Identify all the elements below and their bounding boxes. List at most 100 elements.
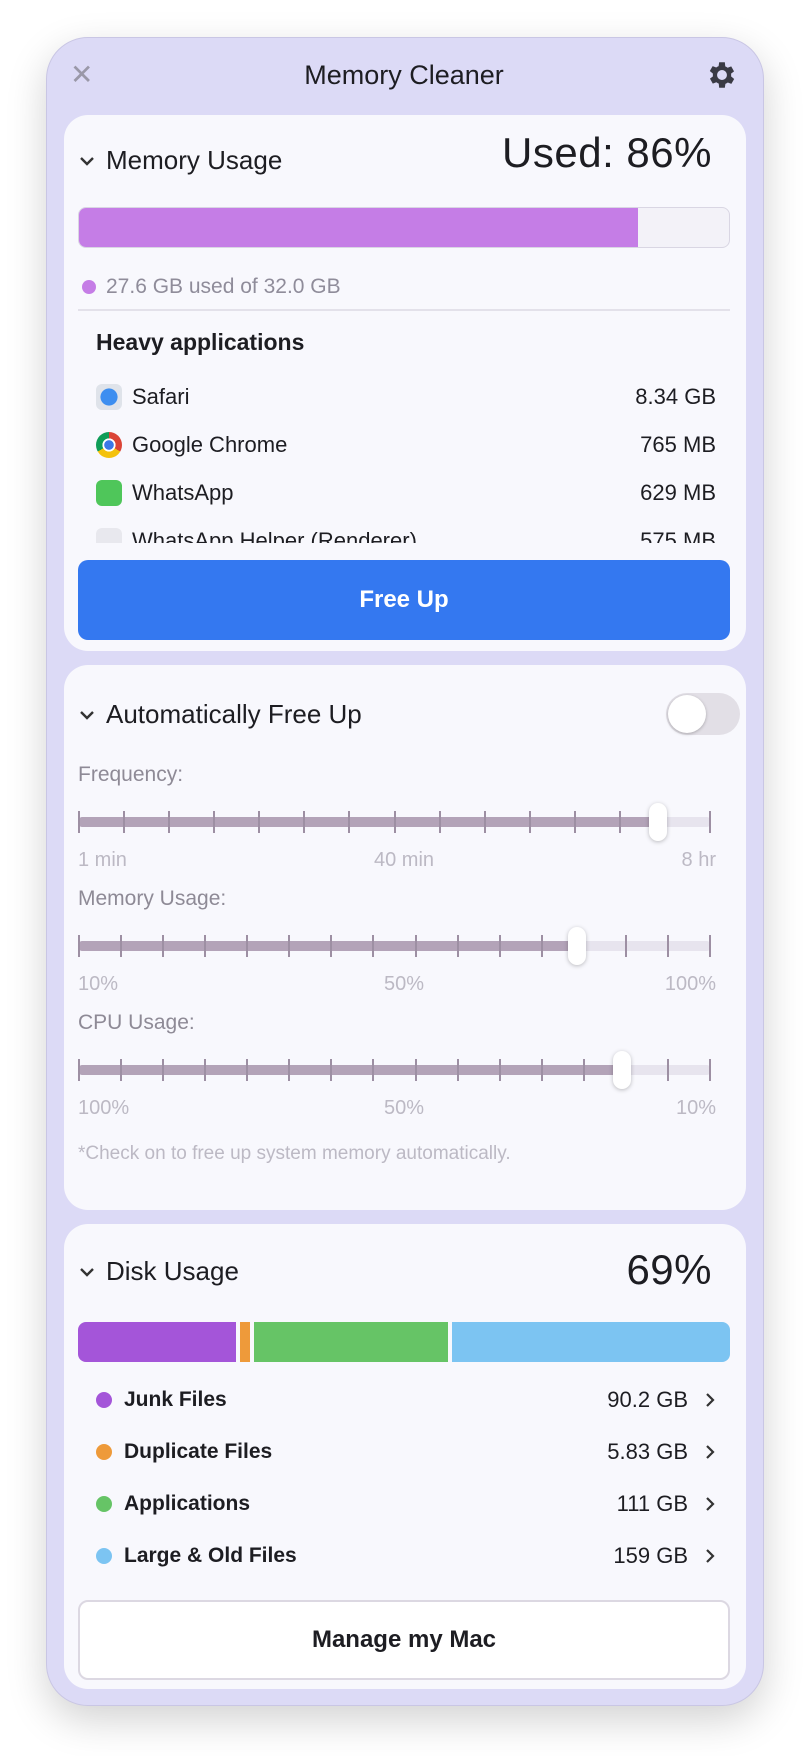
slider-tick [414, 1059, 417, 1081]
disk-item-name: Large & Old Files [124, 1544, 297, 1567]
app-name: WhatsApp Helper (Renderer) [132, 528, 417, 543]
slider-label: CPU Usage: [78, 1011, 195, 1034]
auto-free-up-header[interactable]: Automatically Free Up [78, 699, 362, 730]
chevron-down-icon[interactable] [78, 1263, 96, 1281]
slider-tick [258, 811, 261, 833]
legend-dot [96, 1392, 112, 1408]
disk-segment [253, 1322, 448, 1362]
slider-tick [168, 811, 171, 833]
slider-tick [330, 935, 333, 957]
slider-thumb[interactable] [612, 1051, 631, 1089]
disk-item-name: Junk Files [124, 1388, 227, 1411]
slider-fill [79, 941, 578, 951]
slider-0[interactable] [78, 803, 711, 841]
slider-thumb[interactable] [648, 803, 667, 841]
slider-tick [498, 1059, 501, 1081]
disk-item-row[interactable]: Applications 111 GB [96, 1487, 716, 1521]
slider-tick [246, 935, 249, 957]
slider-tick [483, 811, 486, 833]
disk-item-name: Duplicate Files [124, 1440, 273, 1463]
app-row: WhatsApp 629 MB [96, 476, 716, 510]
slider-tick [120, 1059, 123, 1081]
chevron-right-icon[interactable] [704, 1391, 716, 1409]
app-row: Google Chrome 765 MB [96, 428, 716, 462]
slider-tick [372, 935, 375, 957]
app-row: WhatsApp Helper (Renderer) 575 MB [96, 524, 716, 543]
slider-max-label: 10% [675, 1097, 716, 1119]
slider-tick [582, 1059, 585, 1081]
slider-tick [330, 1059, 333, 1081]
memory-legend: 27.6 GB used of 32.0 GB [82, 275, 341, 299]
disk-item-row[interactable]: Large & Old Files 159 GB [96, 1539, 716, 1573]
slider-tick [540, 935, 543, 957]
slider-tick [78, 1059, 80, 1081]
slider-tick [414, 935, 417, 957]
free-up-button[interactable]: Free Up [78, 560, 730, 640]
section-title: Memory Usage [106, 145, 283, 175]
legend-dot [96, 1444, 112, 1460]
legend-dot [82, 280, 96, 294]
chevron-right-icon[interactable] [704, 1443, 716, 1461]
gear-icon[interactable] [705, 58, 739, 92]
section-title: Automatically Free Up [106, 699, 362, 729]
slider-tick [666, 1059, 669, 1081]
disk-segment [239, 1322, 250, 1362]
memory-usage-bar [78, 207, 730, 248]
slider-tick [303, 811, 306, 833]
chevron-down-icon[interactable] [78, 706, 96, 724]
heavy-applications-title: Heavy applications [96, 329, 305, 355]
slider-tick [709, 811, 711, 833]
legend-dot [96, 1548, 112, 1564]
chevron-right-icon[interactable] [704, 1495, 716, 1513]
slider-tick [288, 935, 291, 957]
disk-item-size: 111 GB [616, 1491, 688, 1516]
slider-tick [709, 935, 711, 957]
slider-min-label: 1 min [78, 849, 127, 871]
safari-icon [96, 384, 122, 410]
disk-usage-header[interactable]: Disk Usage [78, 1256, 239, 1287]
slider-2[interactable] [78, 1051, 711, 1089]
heavy-applications-list[interactable]: Safari 8.34 GB Google Chrome 765 MB WhatsApp… [64, 380, 746, 543]
automatically-free-up-card: Automatically Free Up Frequency: 1 min 4… [64, 665, 746, 1210]
slider-max-label: 8 hr [681, 849, 716, 871]
slider-tick [438, 811, 441, 833]
disk-item-size: 90.2 GB [607, 1387, 688, 1412]
slider-tick [540, 1059, 543, 1081]
slider-tick [162, 935, 165, 957]
app-name: Google Chrome [132, 432, 288, 457]
slider-1[interactable] [78, 927, 711, 965]
app-size: 629 MB [640, 480, 716, 505]
slider-thumb[interactable] [568, 927, 587, 965]
slider-fill [79, 817, 658, 827]
disk-usage-bar [78, 1322, 730, 1362]
divider [78, 309, 730, 311]
slider-tick [498, 935, 501, 957]
manage-my-mac-button[interactable]: Manage my Mac [78, 1600, 730, 1680]
section-title: Disk Usage [106, 1256, 239, 1286]
disk-item-row[interactable]: Duplicate Files 5.83 GB [96, 1435, 716, 1469]
slider-tick [456, 1059, 459, 1081]
disk-item-row[interactable]: Junk Files 90.2 GB [96, 1383, 716, 1417]
memory-legend-text: 27.6 GB used of 32.0 GB [106, 275, 341, 298]
memory-usage-fill [79, 208, 638, 247]
chevron-right-icon[interactable] [704, 1547, 716, 1565]
app-size: 575 MB [640, 528, 716, 543]
slider-tick [709, 1059, 711, 1081]
slider-label: Frequency: [78, 763, 184, 786]
slider-tick [120, 935, 123, 957]
disk-used-percent: 69% [626, 1246, 712, 1293]
chevron-down-icon[interactable] [78, 152, 96, 170]
disk-segment [451, 1322, 730, 1362]
slider-tick [204, 935, 207, 957]
auto-free-up-toggle[interactable] [666, 693, 740, 735]
disk-usage-card: Disk Usage 69% Junk Files 90.2 GB Duplicat… [64, 1224, 746, 1689]
slider-mid-label: 50% [383, 973, 425, 995]
slider-max-label: 100% [664, 973, 716, 995]
slider-tick [246, 1059, 249, 1081]
memory-usage-header[interactable]: Memory Usage [78, 145, 282, 176]
slider-min-label: 10% [78, 973, 119, 995]
slider-tick [573, 811, 576, 833]
slider-tick [78, 811, 80, 833]
memory-usage-card: Memory Usage Used: 86% 27.6 GB used of 3… [64, 115, 746, 651]
whatsapp-icon [96, 480, 122, 506]
